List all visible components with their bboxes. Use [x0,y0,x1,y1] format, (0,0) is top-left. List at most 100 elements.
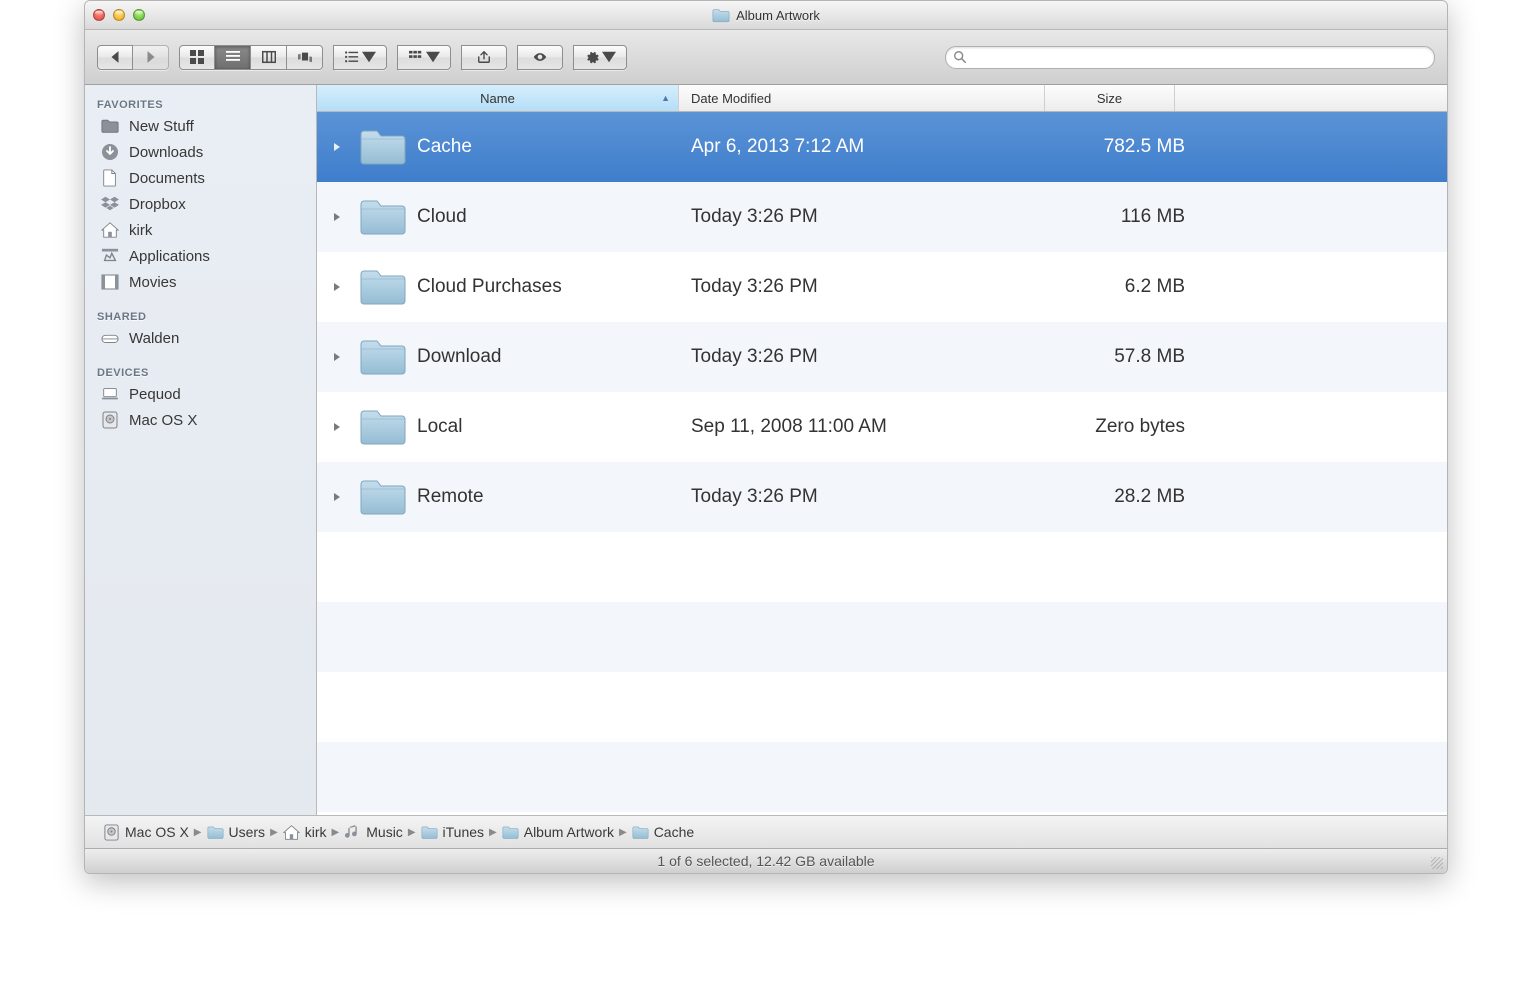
table-row[interactable]: Cloud Purchases Today 3:26 PM 6.2 MB [317,252,1447,322]
folder-icon [712,8,730,23]
file-size: 28.2 MB [1045,486,1195,508]
server-icon [99,328,121,348]
table-row[interactable]: Remote Today 3:26 PM 28.2 MB [317,462,1447,532]
folder-icon [632,824,649,841]
list-view-button[interactable] [215,45,251,70]
chevron-right-icon: ▶ [619,827,627,838]
chevron-right-icon: ▶ [408,827,416,838]
sidebar-item-label: Pequod [129,386,181,403]
icon-view-button[interactable] [179,45,215,70]
finder-window: Album Artwork [84,0,1448,874]
sidebar-item[interactable]: New Stuff [85,113,316,139]
movie-icon [99,272,121,292]
column-header-spacer [1175,85,1447,111]
path-label: Cache [654,824,694,840]
sidebar-item[interactable]: Movies [85,269,316,295]
sidebar-item[interactable]: Pequod [85,381,316,407]
status-bar: 1 of 6 selected, 12.42 GB available [85,848,1447,873]
folder-icon [207,824,224,841]
hdd-icon [103,824,120,841]
chevron-right-icon: ▶ [332,827,340,838]
file-name: Download [417,346,679,368]
close-button[interactable] [93,9,105,21]
download-icon [99,142,121,162]
table-row[interactable]: Local Sep 11, 2008 11:00 AM Zero bytes [317,392,1447,462]
file-date-modified: Today 3:26 PM [679,206,1045,228]
folder-icon [357,197,417,237]
column-header-date[interactable]: Date Modified [679,85,1045,111]
share-group [461,45,507,70]
titlebar[interactable]: Album Artwork [85,1,1447,30]
home-icon [283,824,300,841]
table-row[interactable]: Download Today 3:26 PM 57.8 MB [317,322,1447,392]
sidebar-item[interactable]: kirk [85,217,316,243]
path-segment[interactable]: Users [207,824,266,841]
column-header-size-label: Size [1097,91,1122,106]
sidebar-heading: DEVICES [85,361,316,381]
document-icon [99,168,121,188]
folder-icon [357,407,417,447]
sidebar-item[interactable]: Walden [85,325,316,351]
path-segment[interactable]: Album Artwork [502,824,614,841]
forward-button[interactable] [133,45,169,70]
quicklook-button[interactable] [517,45,563,70]
coverflow-view-button[interactable] [287,45,323,70]
home-icon [99,220,121,240]
column-headers: Name ▲ Date Modified Size [317,85,1447,112]
column-header-date-label: Date Modified [691,91,771,106]
zoom-button[interactable] [133,9,145,21]
sidebar-item-label: Walden [129,330,179,347]
item-arrangement-button[interactable] [397,45,451,70]
minimize-button[interactable] [113,9,125,21]
file-name: Remote [417,486,679,508]
path-segment[interactable]: Mac OS X [103,824,189,841]
file-date-modified: Today 3:26 PM [679,486,1045,508]
disclosure-triangle-icon[interactable] [317,142,357,152]
sidebar-item-label: Documents [129,170,205,187]
table-row[interactable]: Cache Apr 6, 2013 7:12 AM 782.5 MB [317,112,1447,182]
sidebar-item[interactable]: Applications [85,243,316,269]
path-label: Album Artwork [524,824,614,840]
path-segment[interactable]: Cache [632,824,694,841]
arrange-button[interactable] [333,45,387,70]
path-label: Mac OS X [125,824,189,840]
sidebar: FAVORITESNew StuffDownloadsDocumentsDrop… [85,85,317,815]
share-button[interactable] [461,45,507,70]
sidebar-item[interactable]: Documents [85,165,316,191]
main: FAVORITESNew StuffDownloadsDocumentsDrop… [85,85,1447,815]
table-row[interactable]: Cloud Today 3:26 PM 116 MB [317,182,1447,252]
music-icon [344,824,361,841]
search-input[interactable] [945,46,1435,69]
disclosure-triangle-icon[interactable] [317,352,357,362]
arrange-group [333,45,387,70]
column-view-button[interactable] [251,45,287,70]
file-name: Cloud Purchases [417,276,679,298]
action-button[interactable] [573,45,627,70]
disclosure-triangle-icon[interactable] [317,422,357,432]
disclosure-triangle-icon[interactable] [317,492,357,502]
back-button[interactable] [97,45,133,70]
resize-grip[interactable] [1431,857,1443,869]
sidebar-item[interactable]: Downloads [85,139,316,165]
toolbar [85,30,1447,85]
folder-icon [421,824,438,841]
disclosure-triangle-icon[interactable] [317,212,357,222]
hdd-icon [99,410,121,430]
sidebar-heading: SHARED [85,305,316,325]
path-segment[interactable]: iTunes [421,824,485,841]
column-header-name[interactable]: Name ▲ [317,85,679,111]
disclosure-triangle-icon[interactable] [317,282,357,292]
path-segment[interactable]: Music [344,824,403,841]
path-segment[interactable]: kirk [283,824,327,841]
folder-icon [99,116,121,136]
dropbox-icon [99,194,121,214]
file-size: 6.2 MB [1045,276,1195,298]
sidebar-item[interactable]: Mac OS X [85,407,316,433]
sidebar-item-label: Applications [129,248,210,265]
file-date-modified: Apr 6, 2013 7:12 AM [679,136,1045,158]
column-header-size[interactable]: Size [1045,85,1175,111]
sidebar-item[interactable]: Dropbox [85,191,316,217]
sidebar-item-label: Mac OS X [129,412,197,429]
traffic-lights [93,9,145,21]
file-date-modified: Today 3:26 PM [679,346,1045,368]
